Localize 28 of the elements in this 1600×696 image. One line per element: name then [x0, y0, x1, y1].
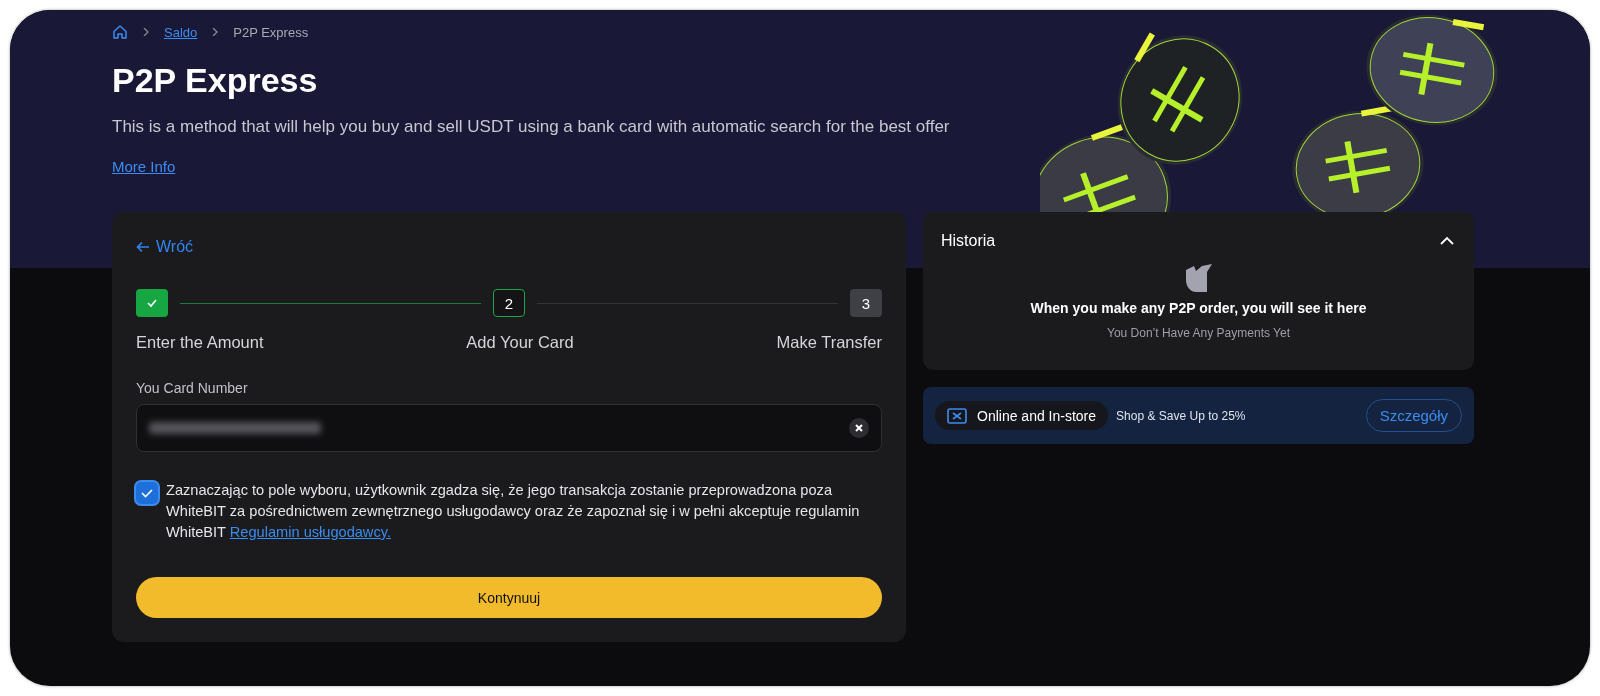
consent-text: Zaznaczając to pole wyboru, użytkownik zgadza się, że jego transakcja zostanie przeprowadzona poza WhiteBIT za pośrednictwem zewnętrznego usługodawcy oraz że zapoznał się i w pełni akceptuje regulamin WhiteBIT Regulamin usługodawcy. [166, 481, 861, 542]
empty-title: When you make any P2P order, you will see it here [1030, 300, 1367, 316]
breadcrumb-link[interactable]: Saldo [164, 24, 198, 40]
step-indicator: 2 [493, 289, 525, 317]
page-description: This is a method that will help you buy and sell USDT using a bank card with automatic search for the best offer [112, 116, 951, 138]
page-title: P2P Express [112, 60, 319, 100]
empty-subtitle: You Don’t Have Any Payments Yet [1107, 326, 1290, 340]
more-info-link[interactable]: More Info [112, 158, 176, 175]
chevron-icon [142, 28, 150, 36]
step-label: Enter the Amount [136, 333, 264, 352]
field-label: You Card Number [136, 380, 249, 396]
continue-button[interactable]: Kontynuuj [136, 577, 882, 618]
history-title: Historia [941, 232, 996, 250]
ticket-icon [947, 407, 967, 424]
chevron-icon [211, 28, 220, 36]
consent-checkbox[interactable] [136, 482, 158, 504]
badge-label: Online and In-store [977, 407, 1097, 424]
card-number-field[interactable] [136, 404, 882, 452]
step-label: Add Your Card [466, 333, 574, 352]
breadcrumb-current: P2P Express [233, 24, 309, 40]
back-link[interactable]: Wróć [136, 238, 194, 256]
terms-link[interactable]: Regulamin usługodawcy. [229, 524, 391, 540]
promo-text: Shop & Save Up to 25% [1116, 408, 1247, 423]
home-icon[interactable] [112, 24, 128, 40]
step-indicator: 3 [850, 289, 882, 317]
step-label: Make Transfer [776, 333, 882, 352]
arrow-left-icon [136, 241, 150, 253]
clear-icon[interactable] [849, 418, 869, 438]
